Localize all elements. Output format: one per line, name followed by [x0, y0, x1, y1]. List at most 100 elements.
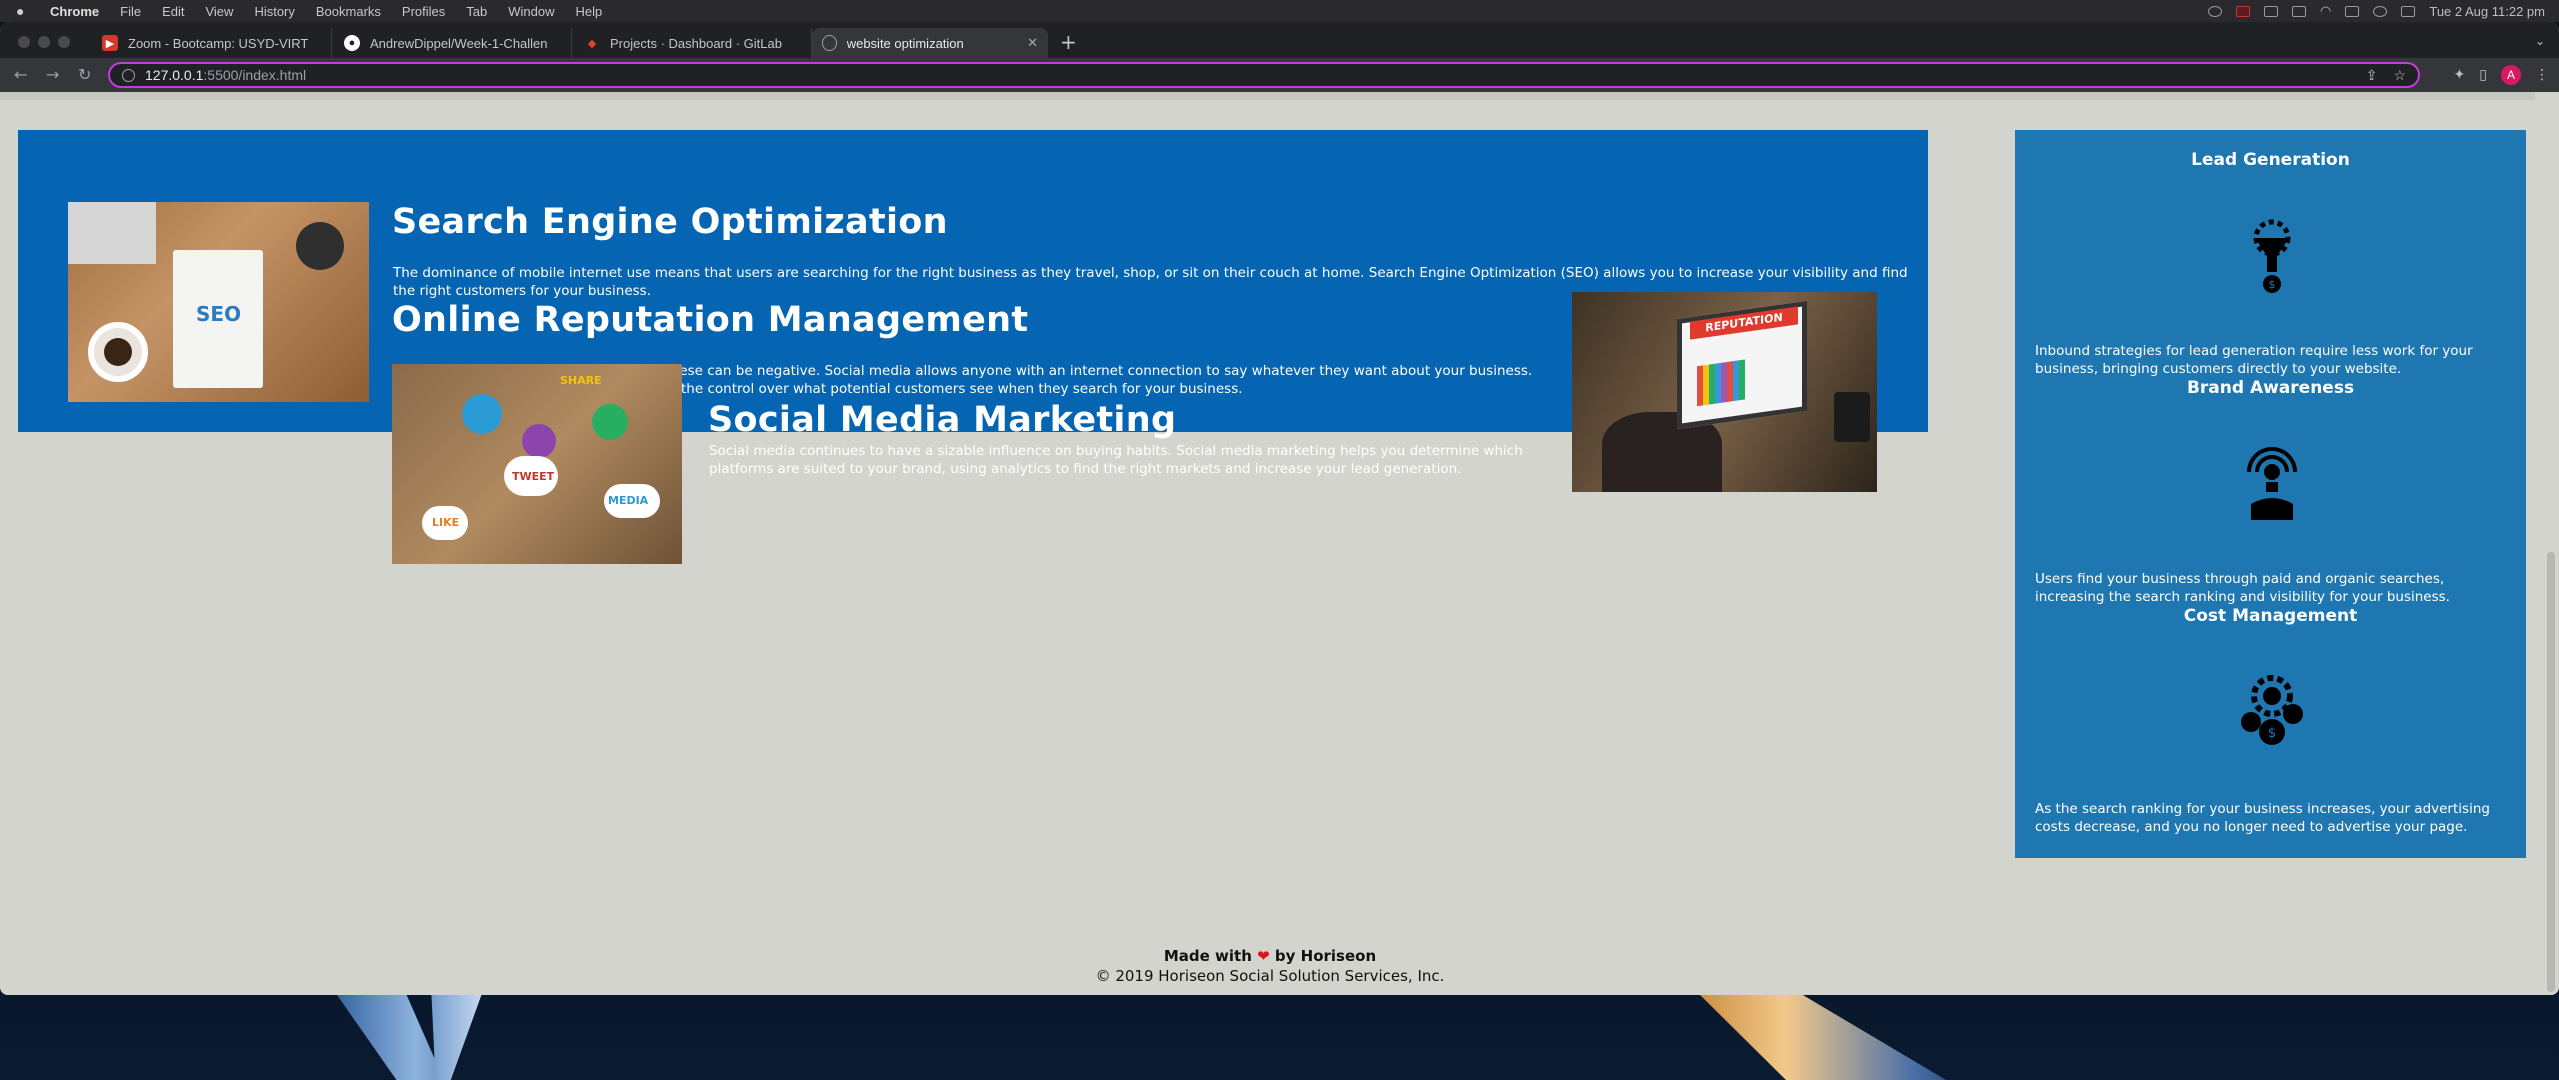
menu-bar-clock[interactable]: Tue 2 Aug 11:22 pm	[2429, 4, 2545, 19]
brand-awareness-title: Brand Awareness	[2186, 378, 2355, 398]
chat-icon	[522, 424, 556, 458]
side-panel-icon[interactable]: ▯	[2479, 67, 2487, 83]
lead-generation-text: Inbound strategies for lead generation r…	[2035, 343, 2473, 377]
tab-title: website optimization	[846, 35, 964, 51]
benefits-sidebar: Lead Generation $ Inbound strategies for…	[2015, 130, 2526, 858]
seo-title: Search Engine Optimization	[392, 202, 948, 242]
close-icon[interactable]: ✕	[1027, 35, 1038, 51]
apple-icon[interactable]: ●	[16, 3, 30, 19]
menu-view[interactable]: View	[205, 4, 233, 19]
lead-generation-icon: $	[2253, 219, 2291, 293]
heart-icon: ❤	[1257, 947, 1270, 965]
share-label: SHARE	[560, 374, 602, 387]
chrome-window: ▶ Zoom - Bootcamp: USYD-VIRT ● AndrewDip…	[0, 22, 2559, 995]
new-tab-button[interactable]: +	[1060, 32, 1077, 52]
page-viewport[interactable]: SEO Search Engine Optimization The domin…	[0, 92, 2559, 995]
back-icon[interactable]: ←	[14, 65, 27, 84]
footer-made-with: Made with	[1163, 947, 1252, 965]
tab-website-optimization[interactable]: website optimization ✕	[812, 28, 1048, 58]
laptop-graphic	[68, 202, 156, 264]
tab-zoom[interactable]: ▶ Zoom - Bootcamp: USYD-VIRT	[92, 28, 332, 58]
status-icon[interactable]	[2208, 5, 2223, 17]
wifi-icon[interactable]: ◠	[2320, 3, 2331, 19]
zoom-icon: ▶	[102, 35, 118, 51]
tab-title: Zoom - Bootcamp: USYD-VIRT	[128, 35, 309, 51]
social-media-text: Social media continues to have a sizable…	[709, 443, 1523, 477]
wallpaper-glow-right	[1690, 985, 1946, 1080]
browser-toolbar: ← → ↻ 127.0.0.1 :5500/index.html ⇪ ☆ ✦ ▯…	[0, 58, 2559, 92]
control-center-icon[interactable]	[2345, 5, 2360, 17]
forward-icon[interactable]: →	[46, 65, 59, 84]
brand-awareness-icon	[2247, 447, 2297, 520]
github-icon: ●	[344, 35, 360, 51]
url-path: :5500/index.html	[203, 67, 307, 83]
menu-tab[interactable]: Tab	[466, 4, 487, 19]
page-scrollbar[interactable]	[2545, 92, 2557, 995]
more-menu-icon[interactable]: ⋮	[2535, 67, 2549, 83]
page-footer: Made with ❤ by Horiseon © 2019 Horiseon …	[0, 946, 2540, 986]
seo-image: SEO	[68, 202, 369, 402]
display-icon[interactable]	[2264, 5, 2279, 17]
brand-awareness-text: Users find your business through paid an…	[2035, 571, 2450, 605]
footer-copyright: © 2019 Horiseon Social Solution Services…	[1095, 967, 1445, 985]
window-minimize-button[interactable]	[38, 36, 50, 48]
window-zoom-button[interactable]	[58, 36, 70, 48]
tab-github[interactable]: ● AndrewDippel/Week-1-Challen	[334, 28, 572, 58]
page-header-remnant	[0, 92, 2535, 100]
menu-profiles[interactable]: Profiles	[402, 4, 445, 19]
reload-icon[interactable]: ↻	[78, 65, 91, 84]
media-label: MEDIA	[608, 494, 649, 507]
share-icon[interactable]: ⇪	[2366, 67, 2378, 84]
search-icon[interactable]	[2373, 5, 2388, 17]
reputation-title: Online Reputation Management	[392, 300, 1029, 340]
tab-title: Projects · Dashboard · GitLab	[610, 35, 782, 51]
bookmark-star-icon[interactable]: ☆	[2393, 67, 2406, 84]
scrollbar-thumb[interactable]	[2547, 552, 2555, 992]
window-close-button[interactable]	[18, 36, 30, 48]
coffee-cup-graphic	[88, 322, 148, 382]
globe-icon	[822, 35, 837, 51]
social-media-title: Social Media Marketing	[708, 400, 1177, 440]
siri-icon[interactable]	[2401, 5, 2416, 17]
address-bar-actions: ⇪ ☆	[2366, 67, 2406, 84]
tweet-label: TWEET	[512, 470, 555, 483]
battery-icon[interactable]	[2292, 5, 2307, 17]
toolbar-right-actions: ✦ ▯ A ⋮	[2454, 65, 2549, 85]
tab-title: AndrewDippel/Week-1-Challen	[370, 35, 548, 51]
gitlab-icon: ◆	[587, 37, 597, 50]
wallpaper-glow-left	[330, 985, 444, 1080]
menu-bar-status-area: ◠ Tue 2 Aug 11:22 pm	[2208, 0, 2545, 22]
cloud-icon	[462, 394, 502, 434]
record-icon[interactable]	[2236, 5, 2251, 17]
tab-strip: ▶ Zoom - Bootcamp: USYD-VIRT ● AndrewDip…	[0, 22, 2559, 58]
reputation-image: REPUTATION	[1572, 292, 1877, 492]
share-icon	[592, 404, 628, 440]
like-label: LIKE	[432, 516, 460, 529]
menu-file[interactable]: File	[120, 4, 141, 19]
menu-window[interactable]: Window	[508, 4, 554, 19]
profile-avatar[interactable]: A	[2501, 65, 2521, 85]
menu-history[interactable]: History	[254, 4, 294, 19]
footer-credit: Made with ❤ by Horiseon	[0, 946, 2540, 966]
seo-image-label: SEO	[196, 302, 242, 326]
menu-bookmarks[interactable]: Bookmarks	[316, 4, 381, 19]
tab-search-icon[interactable]: ⌄	[2535, 34, 2545, 48]
bar-chart-graphic	[1697, 357, 1757, 407]
menu-help[interactable]: Help	[576, 4, 603, 19]
lead-generation-title: Lead Generation	[2191, 150, 2350, 170]
pen-holder-graphic	[296, 222, 344, 270]
address-bar[interactable]: 127.0.0.1 :5500/index.html ⇪ ☆	[108, 62, 2420, 88]
cost-management-title: Cost Management	[2183, 606, 2358, 626]
footer-by: by Horiseon	[1274, 947, 1377, 965]
tab-gitlab[interactable]: ◆ Projects · Dashboard · GitLab	[574, 28, 812, 58]
mug-graphic	[1834, 392, 1870, 442]
menu-app-name[interactable]: Chrome	[50, 4, 99, 19]
extensions-icon[interactable]: ✦	[2454, 67, 2466, 83]
menu-edit[interactable]: Edit	[162, 4, 184, 19]
social-media-image: TWEET MEDIA LIKE SHARE	[392, 364, 682, 564]
svg-text:$: $	[2269, 278, 2276, 291]
url-host: 127.0.0.1	[145, 67, 204, 83]
site-info-icon[interactable]	[122, 68, 135, 82]
cost-management-text: As the search ranking for your business …	[2035, 801, 2490, 835]
macos-menu-bar: ● Chrome File Edit View History Bookmark…	[0, 0, 2559, 22]
